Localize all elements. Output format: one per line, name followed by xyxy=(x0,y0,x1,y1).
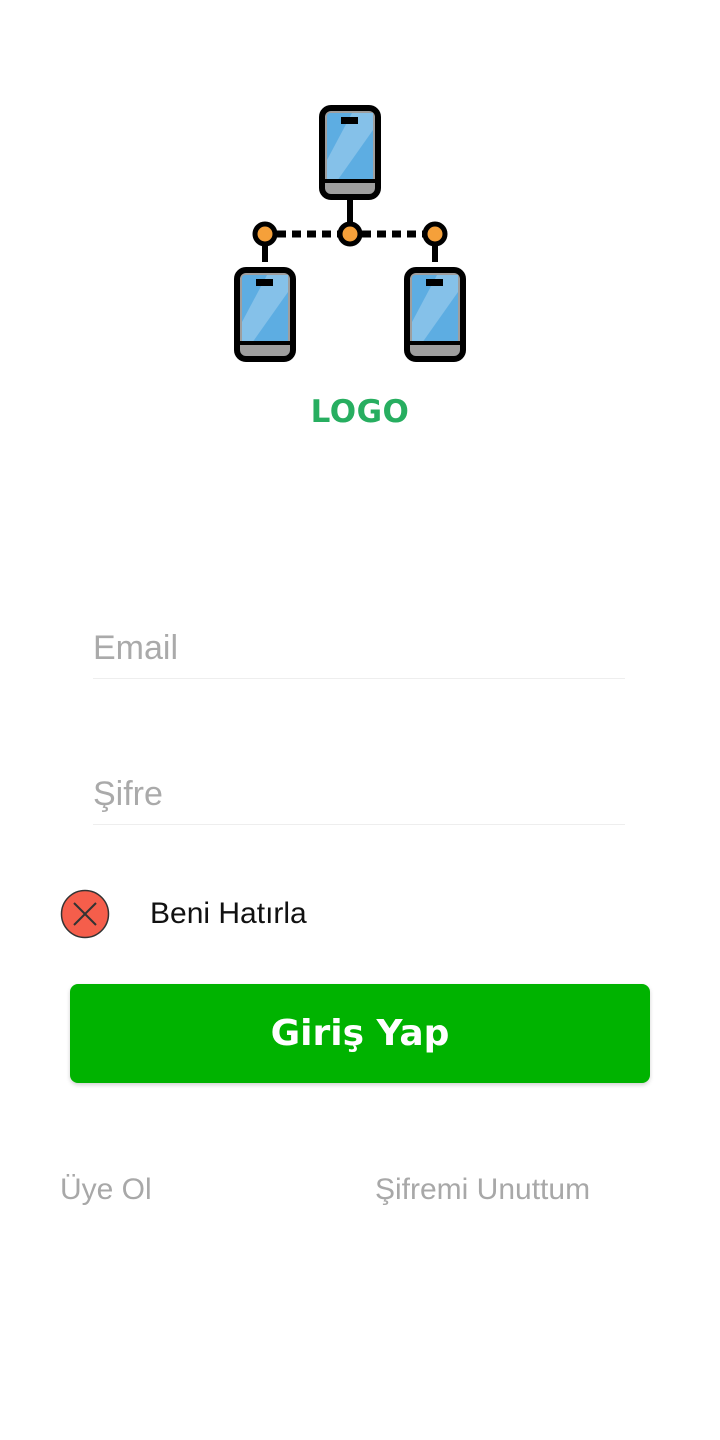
close-circle-icon[interactable] xyxy=(60,889,110,939)
phone-icon-right xyxy=(404,267,466,362)
network-connector xyxy=(252,200,448,262)
signup-link[interactable]: Üye Ol xyxy=(60,1172,152,1208)
remember-me-label: Beni Hatırla xyxy=(150,897,307,930)
login-button[interactable]: Giriş Yap xyxy=(70,984,650,1083)
logo-text: LOGO xyxy=(310,394,410,430)
phone-icon-top xyxy=(319,105,381,200)
phone-icon-left xyxy=(234,267,296,362)
connected-phones-icon xyxy=(234,105,466,362)
forgot-password-link[interactable]: Şifremi Unuttum xyxy=(375,1172,590,1208)
password-field[interactable] xyxy=(93,764,625,825)
email-field[interactable] xyxy=(93,618,625,679)
